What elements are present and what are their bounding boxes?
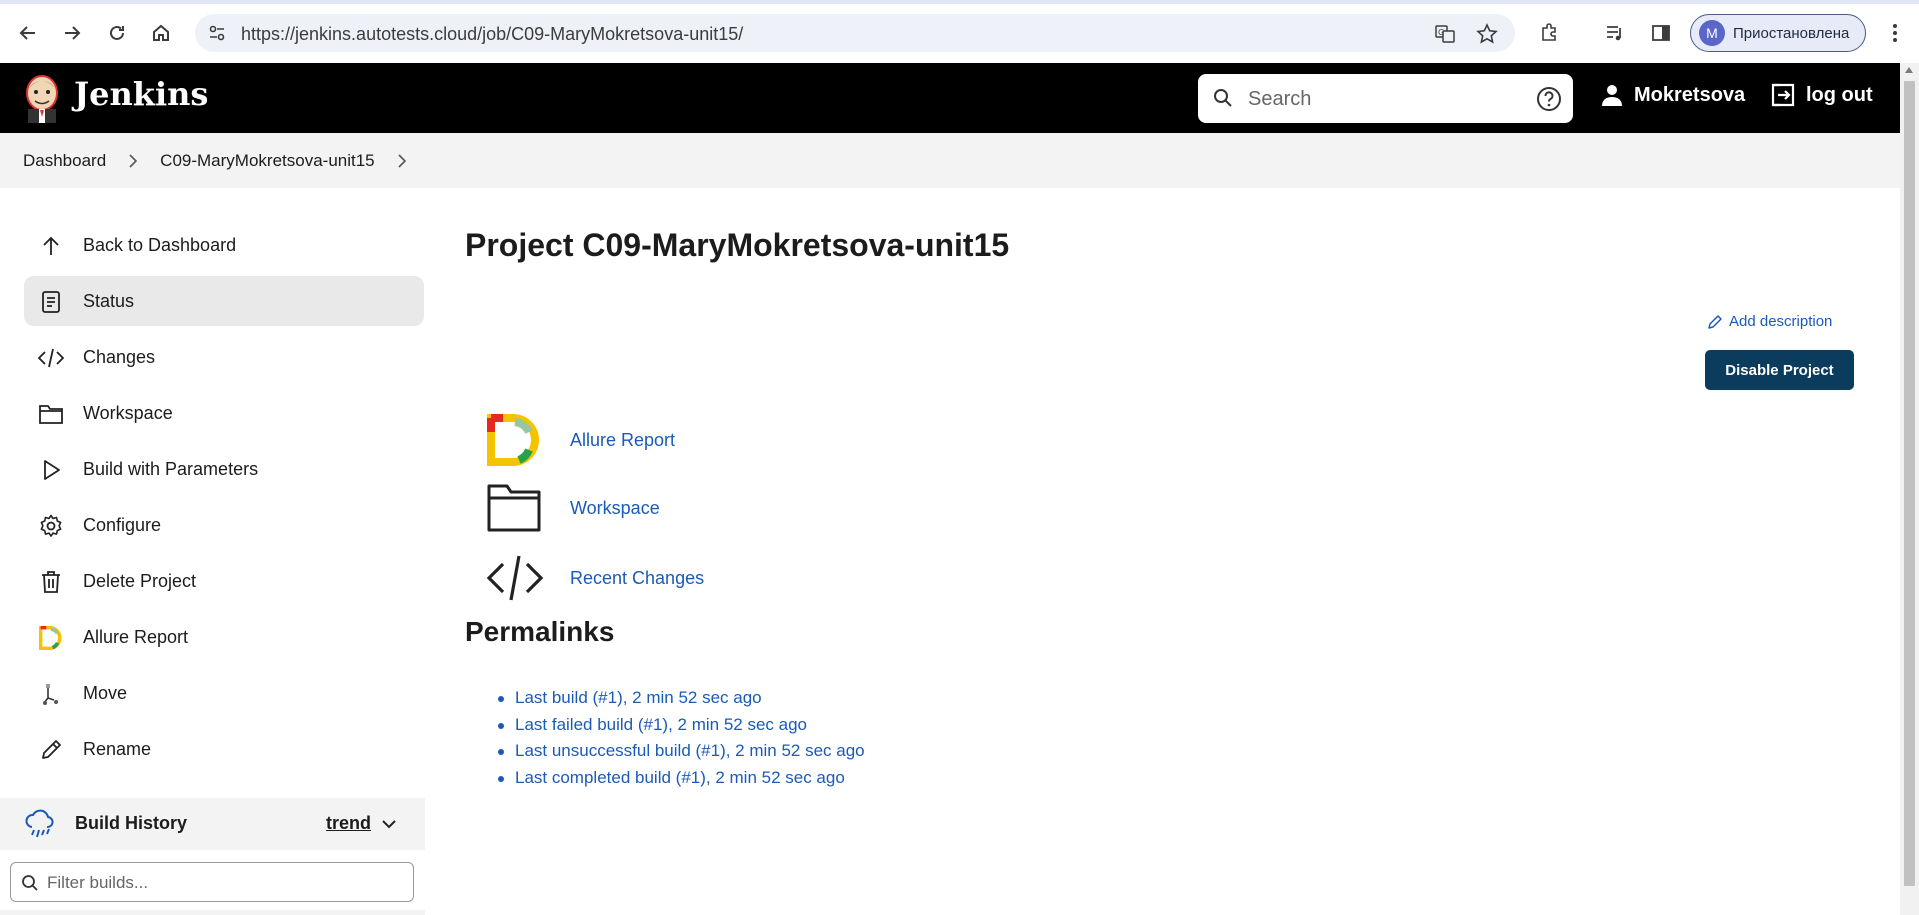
logout-link[interactable]: log out <box>1770 83 1873 107</box>
chevron-down-icon[interactable] <box>380 815 398 833</box>
breadcrumb-project[interactable]: C09-MaryMokretsova-unit15 <box>160 151 374 171</box>
sidebar-item-status[interactable]: Status <box>24 276 424 326</box>
allure-icon <box>38 625 64 651</box>
page-scrollbar[interactable] <box>1900 63 1919 915</box>
scroll-up-arrow-icon[interactable] <box>1905 67 1913 73</box>
play-icon <box>38 457 64 483</box>
breadcrumb-separator-icon[interactable] <box>397 153 407 168</box>
disable-project-button[interactable]: Disable Project <box>1705 350 1854 390</box>
trend-link[interactable]: trend <box>326 813 371 834</box>
browser-top-strip <box>0 0 1919 4</box>
sidebar: Back to Dashboard Status Changes Workspa… <box>24 220 424 780</box>
browser-chrome: https://jenkins.autotests.cloud/job/C09-… <box>0 0 1919 63</box>
extensions-icon[interactable] <box>1535 18 1565 48</box>
filter-builds-input[interactable] <box>47 871 397 895</box>
pencil-icon <box>1708 314 1722 329</box>
permalinks-title: Permalinks <box>465 616 615 647</box>
site-info-icon[interactable] <box>205 21 229 45</box>
sidebar-item-label: Build with Parameters <box>83 459 259 479</box>
url-text[interactable]: https://jenkins.autotests.cloud/job/C09-… <box>241 24 743 45</box>
browser-menu-icon[interactable] <box>1880 18 1910 48</box>
sidebar-item-label: Back to Dashboard <box>83 235 237 255</box>
breadcrumb-separator-icon[interactable] <box>128 153 138 168</box>
address-bar[interactable]: https://jenkins.autotests.cloud/job/C09-… <box>195 14 1515 52</box>
allure-icon <box>487 414 539 466</box>
user-name[interactable]: Mokretsova <box>1634 84 1745 107</box>
sidebar-item-label: Status <box>83 291 135 311</box>
permalink-last-completed-build[interactable]: Last completed build (#1), 2 min 52 sec … <box>498 768 865 795</box>
sidebar-item-label: Delete Project <box>83 571 197 591</box>
reload-icon[interactable] <box>102 18 132 48</box>
breadcrumb-dashboard[interactable]: Dashboard <box>23 151 106 171</box>
home-icon[interactable] <box>146 18 176 48</box>
side-panel-icon[interactable] <box>1646 18 1676 48</box>
scrollbar-thumb[interactable] <box>1904 81 1915 886</box>
help-icon[interactable] <box>1536 86 1562 112</box>
trash-icon <box>38 569 64 595</box>
back-icon[interactable] <box>13 18 43 48</box>
sidebar-item-allure-report[interactable]: Allure Report <box>24 612 424 662</box>
user-menu[interactable]: Mokretsova <box>1600 83 1745 107</box>
sidebar-item-label: Configure <box>83 515 162 535</box>
build-history-panel: Build History trend <box>0 798 425 850</box>
document-icon <box>38 289 64 315</box>
arrow-up-icon <box>38 233 64 259</box>
permalink-last-build[interactable]: Last build (#1), 2 min 52 sec ago <box>498 688 865 715</box>
main-link-label[interactable]: Recent Changes <box>570 568 704 589</box>
sidebar-item-delete-project[interactable]: Delete Project <box>24 556 424 606</box>
logout-label[interactable]: log out <box>1806 84 1873 107</box>
sidebar-item-rename[interactable]: Rename <box>24 724 424 774</box>
filter-builds-box[interactable] <box>10 862 414 902</box>
code-icon <box>38 345 64 371</box>
permalink-last-failed-build[interactable]: Last failed build (#1), 2 min 52 sec ago <box>498 715 865 742</box>
jenkins-title[interactable]: Jenkins <box>74 75 208 113</box>
search-input[interactable] <box>1248 84 1508 114</box>
pencil-icon <box>38 737 64 763</box>
build-history-title: Build History <box>75 813 188 833</box>
breadcrumb: Dashboard C09-MaryMokretsova-unit15 <box>0 133 1900 188</box>
sidebar-item-move[interactable]: Move <box>24 668 424 718</box>
code-icon <box>486 555 544 601</box>
move-icon <box>38 681 64 707</box>
svg-text:G: G <box>1438 28 1444 37</box>
main-link-label[interactable]: Allure Report <box>570 430 675 451</box>
sidebar-item-label: Move <box>83 683 128 703</box>
profile-avatar: M <box>1699 20 1725 46</box>
main-link-label[interactable]: Workspace <box>570 498 660 519</box>
forward-icon[interactable] <box>57 18 87 48</box>
permalinks-list: Last build (#1), 2 min 52 sec ago Last f… <box>498 688 865 795</box>
search-icon <box>1214 89 1232 107</box>
sidebar-item-changes[interactable]: Changes <box>24 332 424 382</box>
sidebar-item-label: Changes <box>83 347 156 367</box>
sidebar-item-label: Workspace <box>83 403 173 423</box>
page-title: Project C09-MaryMokretsova-unit15 <box>465 227 1010 263</box>
profile-status-label: Приостановлена <box>1733 24 1850 42</box>
sidebar-item-build-with-parameters[interactable]: Build with Parameters <box>24 444 424 494</box>
profile-button[interactable]: M Приостановлена <box>1690 14 1866 52</box>
sidebar-item-workspace[interactable]: Workspace <box>24 388 424 438</box>
gear-icon <box>38 513 64 539</box>
build-history-icon <box>25 809 54 838</box>
logout-icon <box>1771 83 1795 107</box>
search-box[interactable] <box>1198 74 1573 123</box>
add-description-link[interactable]: Add description <box>1707 313 1832 330</box>
jenkins-logo-icon[interactable] <box>22 73 62 123</box>
sidebar-item-back-to-dashboard[interactable]: Back to Dashboard <box>24 220 424 270</box>
build-history-bottom <box>0 910 425 915</box>
search-icon <box>22 875 38 891</box>
translate-icon[interactable]: G <box>1433 22 1457 46</box>
add-description-label[interactable]: Add description <box>1729 313 1832 330</box>
folder-icon <box>487 484 541 532</box>
media-controls-icon[interactable] <box>1600 18 1630 48</box>
sidebar-item-configure[interactable]: Configure <box>24 500 424 550</box>
sidebar-item-label: Rename <box>83 739 152 759</box>
jenkins-header: Jenkins Mokretsova log out <box>0 63 1900 133</box>
user-icon <box>1602 85 1622 106</box>
permalink-last-unsuccessful-build[interactable]: Last unsuccessful build (#1), 2 min 52 s… <box>498 741 865 768</box>
bookmark-star-icon[interactable] <box>1475 22 1499 46</box>
folder-icon <box>38 401 64 427</box>
sidebar-item-label: Allure Report <box>83 627 189 647</box>
